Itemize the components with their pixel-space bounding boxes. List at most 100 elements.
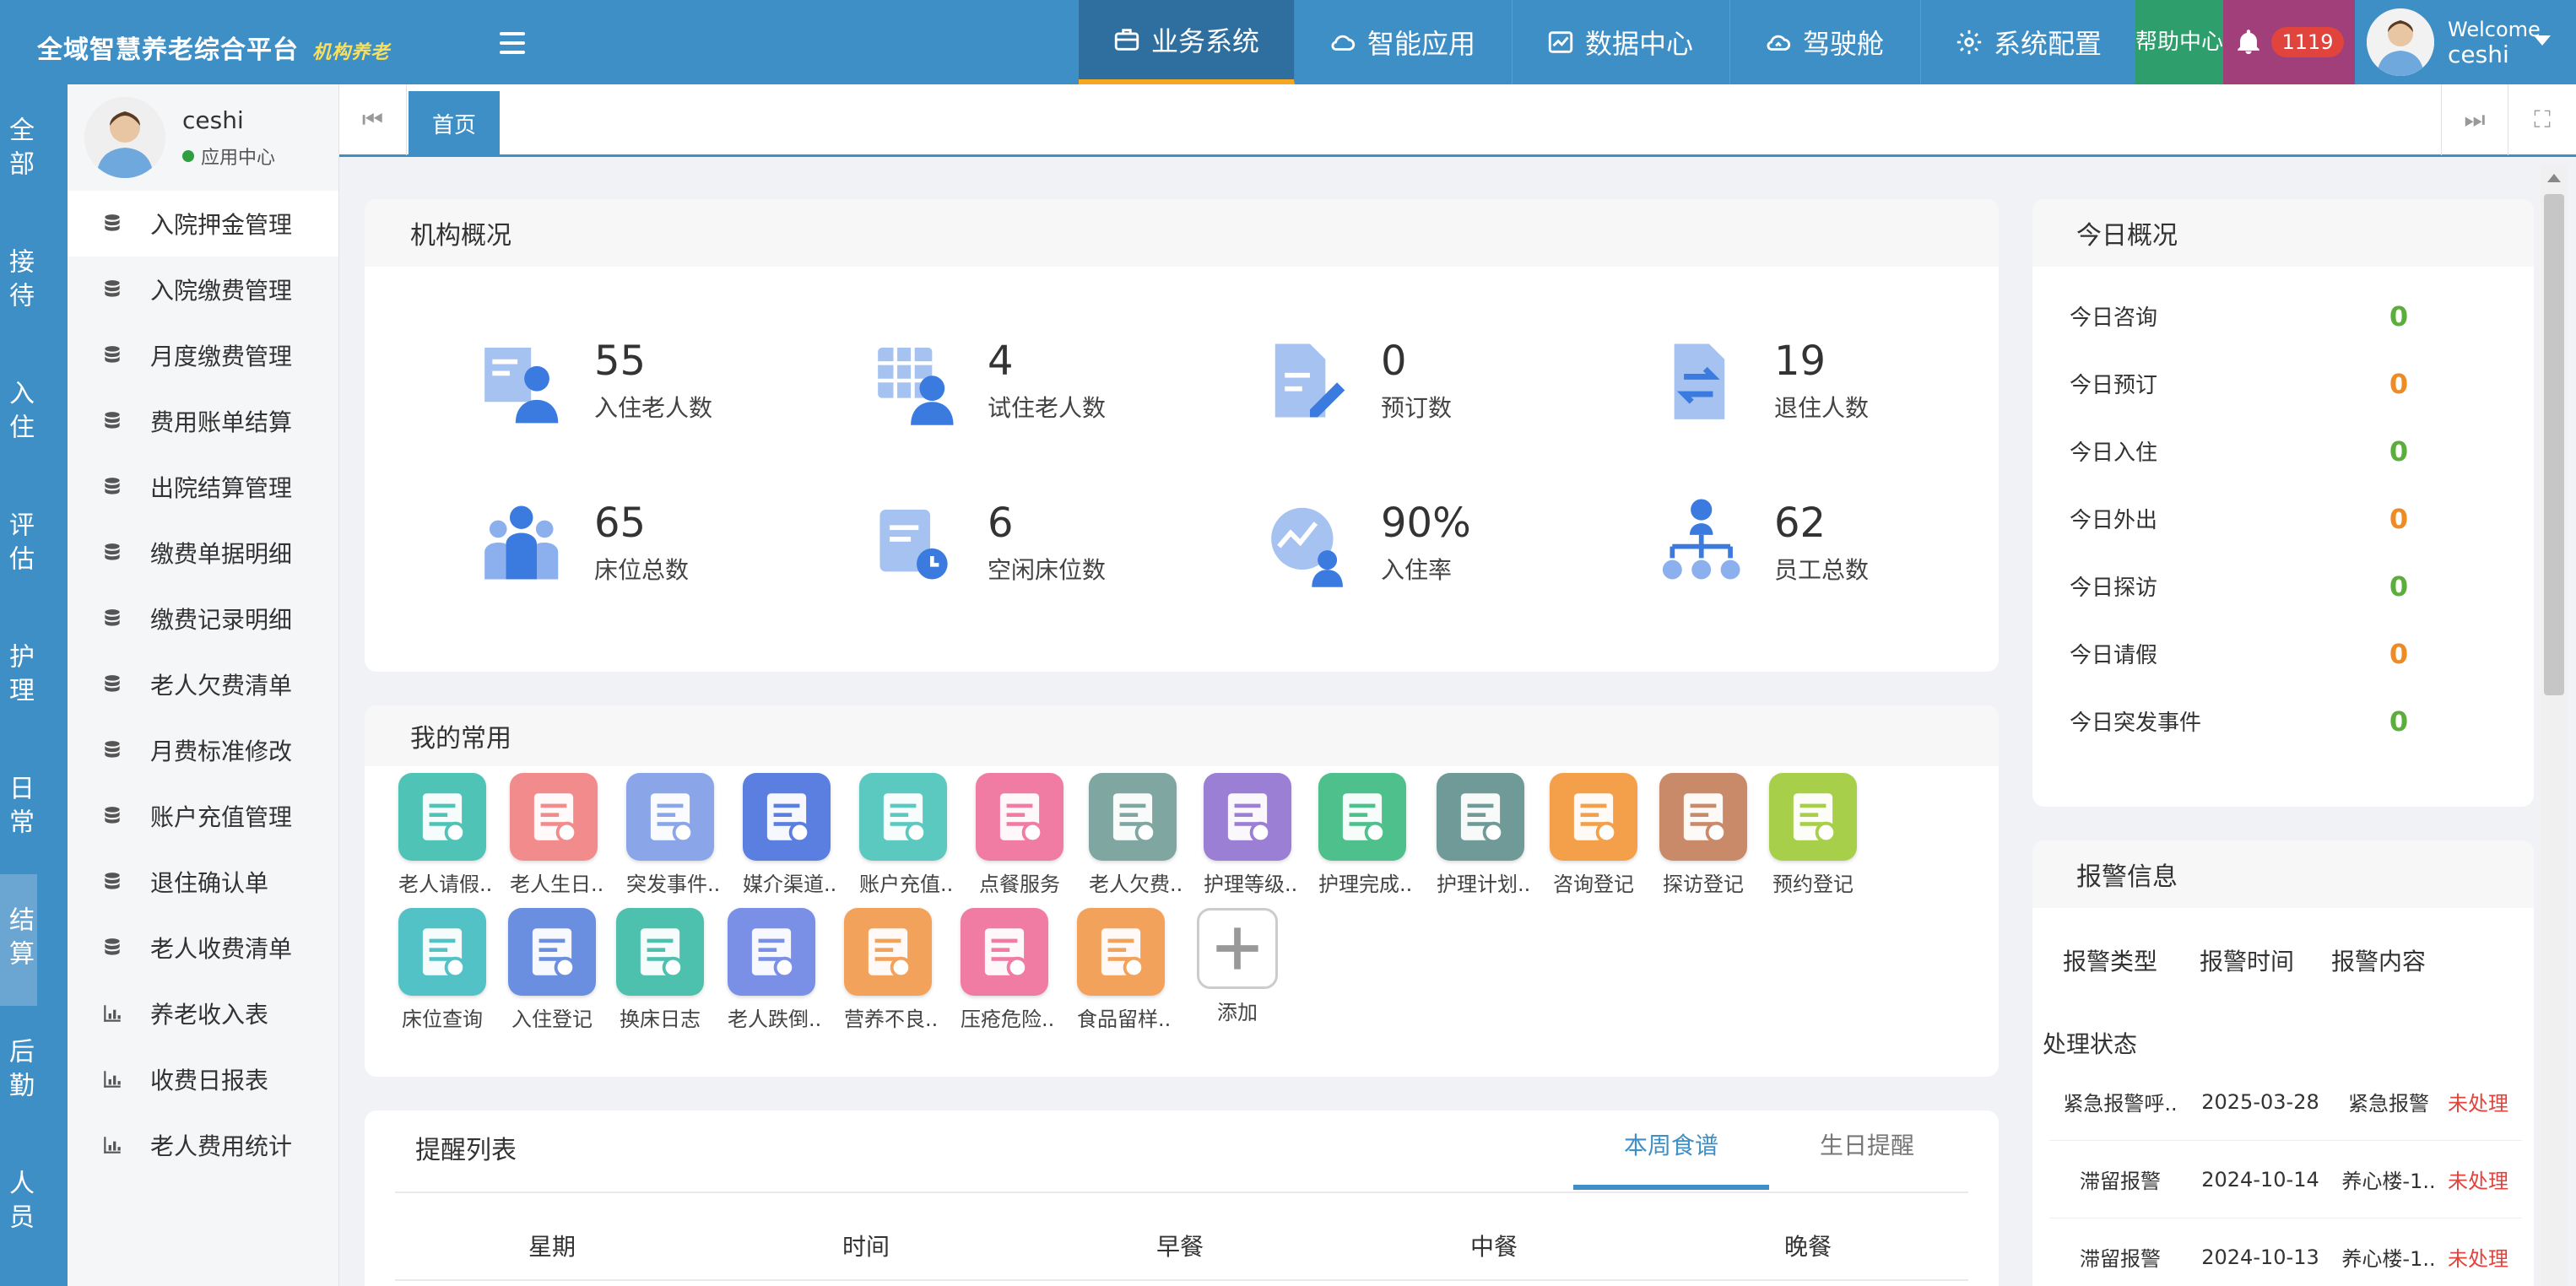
rail-item-staff[interactable]: 人员 bbox=[0, 1137, 37, 1269]
sidebar-item[interactable]: 费用账单结算 bbox=[68, 388, 338, 454]
user-menu[interactable]: Welcome ceshi bbox=[2355, 0, 2576, 84]
app-label: 压疮危险.. bbox=[961, 1008, 1055, 1031]
sidebar-menu: 入院押金管理入院缴费管理 月度缴费管理 费用账单结算 出院结算管理 缴费单据明细 缴费记录… bbox=[68, 191, 338, 1178]
tab-weekly-menu[interactable]: 本周食谱 bbox=[1573, 1127, 1769, 1190]
shortcut-app[interactable]: 换床日志 bbox=[616, 908, 704, 1032]
briefcase-icon bbox=[1114, 29, 1139, 51]
sidebar-item[interactable]: 养老收入表 bbox=[68, 981, 338, 1046]
sidebar-item[interactable]: 入院缴费管理 bbox=[68, 257, 338, 322]
topnav-cockpit[interactable]: 驾驶舱 bbox=[1730, 0, 1921, 84]
tab-scroll-left-button[interactable]: ⏮ bbox=[339, 84, 407, 155]
sidebar-item[interactable]: 老人收费清单 bbox=[68, 915, 338, 981]
sidebar-item[interactable]: 账户充值管理 bbox=[68, 783, 338, 849]
today-label: 今日探访 bbox=[2070, 575, 2158, 601]
sidebar-item[interactable]: 老人费用统计 bbox=[68, 1112, 338, 1178]
shortcut-app[interactable]: 探访登记 bbox=[1659, 773, 1747, 897]
stat-value: 19 bbox=[1774, 338, 1826, 385]
rail-item-checkin[interactable]: 入住 bbox=[0, 348, 37, 479]
database-icon bbox=[105, 609, 120, 626]
rail-item-nursing[interactable]: 护理 bbox=[0, 611, 37, 743]
app-label: 点餐服务 bbox=[979, 873, 1060, 896]
page-scrollbar[interactable] bbox=[2541, 165, 2568, 1286]
sidebar-item[interactable]: 缴费单据明细 bbox=[68, 520, 338, 586]
sidebar-profile: ceshi 应用中心 bbox=[68, 84, 338, 191]
rail-item-reception[interactable]: 接待 bbox=[0, 216, 37, 348]
shortcut-app[interactable]: 营养不良.. bbox=[844, 908, 938, 1032]
shortcut-app[interactable]: 点餐服务 bbox=[976, 773, 1063, 897]
add-shortcut-button[interactable]: 添加 bbox=[1193, 908, 1281, 1025]
shortcut-app[interactable]: 护理等级.. bbox=[1204, 773, 1297, 897]
shortcut-app[interactable]: 突发事件.. bbox=[626, 773, 720, 897]
alarm-row[interactable]: 紧急报警呼.. 2025-03-28 紧急报警 未处理 bbox=[2049, 1063, 2522, 1141]
stat-label: 退住人数 bbox=[1774, 394, 1870, 422]
col-lunch: 中餐 bbox=[1469, 1233, 1518, 1261]
scroll-up-icon[interactable] bbox=[2547, 174, 2561, 182]
shortcut-app[interactable]: 咨询登记 bbox=[1550, 773, 1637, 897]
alarm-row[interactable]: 滞留报警 2024-10-13 养心楼-1.. 未处理 bbox=[2049, 1218, 2522, 1286]
shortcut-app[interactable]: 护理完成.. bbox=[1318, 773, 1412, 897]
topnav-business[interactable]: 业务系统 bbox=[1079, 0, 1295, 84]
favorites-title: 我的常用 bbox=[365, 705, 1999, 766]
shortcut-app[interactable]: 老人生日.. bbox=[510, 773, 603, 897]
sidebar-item-label: 入院押金管理 bbox=[150, 211, 293, 239]
sidebar-item[interactable]: 老人欠费清单 bbox=[68, 651, 338, 717]
sidebar-item[interactable]: 缴费记录明细 bbox=[68, 586, 338, 651]
sidebar-item[interactable]: 退住确认单 bbox=[68, 849, 338, 915]
tab-home[interactable]: 首页 bbox=[409, 91, 500, 155]
sidebar-item[interactable]: 出院结算管理 bbox=[68, 454, 338, 520]
shortcut-app[interactable]: 床位查询 bbox=[398, 908, 486, 1032]
rail-item-assessment[interactable]: 评估 bbox=[0, 479, 37, 611]
shortcut-app[interactable]: 压疮危险.. bbox=[961, 908, 1055, 1032]
sidebar-item[interactable]: 月度缴费管理 bbox=[68, 322, 338, 388]
rail-item-daily[interactable]: 日常 bbox=[0, 743, 37, 874]
alarm-card: 报警信息 报警类型 报警时间 报警内容 处理状态 紧急报警呼.. 2025-03-… bbox=[2032, 840, 2534, 1286]
notifications-button[interactable]: 1119 bbox=[2223, 0, 2355, 84]
app-subtitle: 机构养老 bbox=[312, 42, 391, 63]
shortcut-app[interactable]: 护理计划.. bbox=[1437, 773, 1530, 897]
sidebar-item[interactable]: 入院押金管理 bbox=[68, 191, 338, 257]
fullscreen-icon[interactable]: ⛶ bbox=[2508, 84, 2576, 155]
stat-label: 床位总数 bbox=[594, 556, 690, 584]
rail-item-all[interactable]: 全部 bbox=[0, 84, 37, 216]
menu-toggle-icon[interactable] bbox=[500, 32, 525, 54]
scrollbar-thumb[interactable] bbox=[2544, 194, 2564, 695]
tab-birthday-reminder[interactable]: 生日提醒 bbox=[1769, 1127, 1965, 1190]
database-icon bbox=[105, 214, 120, 231]
app-icon bbox=[510, 773, 598, 861]
today-value: 0 bbox=[2389, 570, 2409, 602]
notification-count-badge: 1119 bbox=[2271, 27, 2344, 57]
topnav-label: 系统配置 bbox=[1994, 28, 2102, 60]
shortcut-app[interactable]: 预约登记 bbox=[1769, 773, 1857, 897]
database-icon bbox=[105, 346, 120, 363]
shortcut-app[interactable]: 老人欠费.. bbox=[1089, 773, 1182, 897]
shortcut-app[interactable]: 账户充值.. bbox=[859, 773, 953, 897]
alarm-row[interactable]: 滞留报警 2024-10-14 养心楼-1.. 未处理 bbox=[2049, 1141, 2522, 1218]
online-dot-icon bbox=[182, 149, 194, 162]
app-icon bbox=[1318, 773, 1406, 861]
topnav-smart-apps[interactable]: 智能应用 bbox=[1295, 0, 1513, 84]
stat-occupancy-rate: 90% 入住率 bbox=[1259, 496, 1471, 589]
stat-value: 90% bbox=[1381, 500, 1471, 547]
shortcut-app[interactable]: 媒介渠道.. bbox=[743, 773, 836, 897]
tab-scroll-right-button[interactable]: ⏭ bbox=[2441, 84, 2508, 155]
topnav-system-config[interactable]: 系统配置 bbox=[1921, 0, 2137, 84]
today-row: 今日入住 0 bbox=[2070, 435, 2424, 467]
shortcut-app[interactable]: 老人跌倒.. bbox=[728, 908, 821, 1032]
database-icon bbox=[105, 675, 120, 692]
app-icon bbox=[626, 773, 714, 861]
rail-item-settlement[interactable]: 结算 bbox=[0, 874, 37, 1006]
today-value: 0 bbox=[2389, 435, 2409, 467]
shortcut-app[interactable]: 入住登记 bbox=[508, 908, 596, 1032]
alarm-time: 2025-03-28 bbox=[2201, 1089, 2319, 1114]
sidebar-item[interactable]: 月费标准修改 bbox=[68, 717, 338, 783]
sidebar-item[interactable]: 收费日报表 bbox=[68, 1046, 338, 1112]
today-row: 今日预订 0 bbox=[2070, 368, 2424, 400]
app-icon bbox=[1437, 773, 1524, 861]
shortcut-app[interactable]: 老人请假.. bbox=[398, 773, 492, 897]
topnav-data-center[interactable]: 数据中心 bbox=[1513, 0, 1730, 84]
rail-item-logistics[interactable]: 后勤 bbox=[0, 1006, 37, 1137]
shortcut-app[interactable]: 食品留样.. bbox=[1077, 908, 1171, 1032]
reminders-divider bbox=[395, 1191, 1968, 1193]
top-nav: 业务系统 智能应用 数据中心 驾驶舱 系统配置 bbox=[1079, 0, 2137, 84]
help-center-button[interactable]: 帮助中心 bbox=[2135, 0, 2223, 84]
